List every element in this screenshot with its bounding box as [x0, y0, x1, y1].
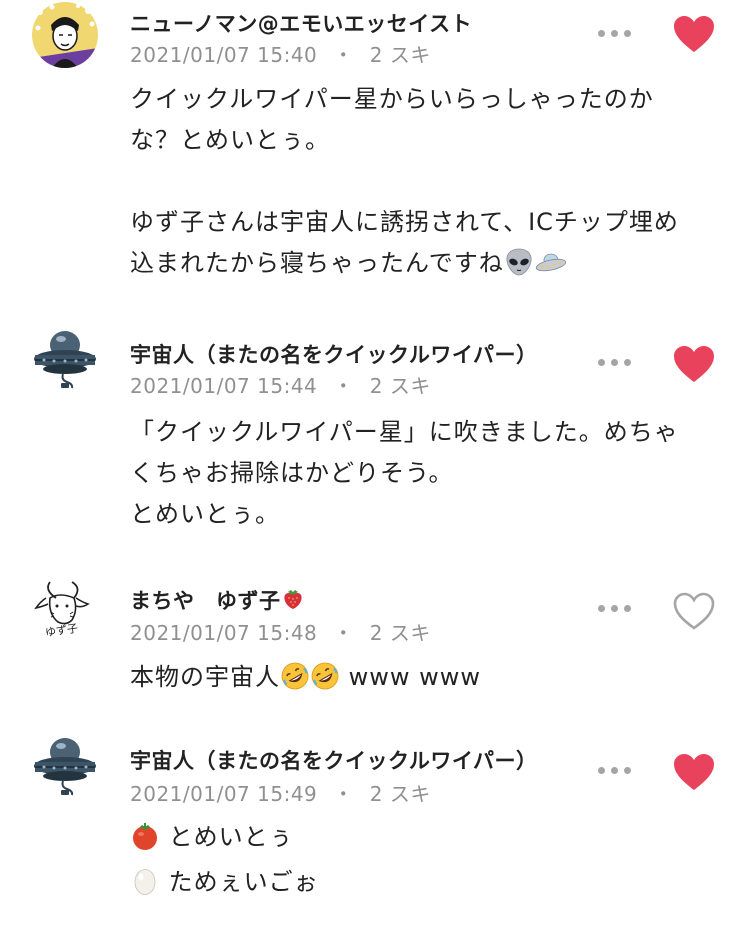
comment-date: 2021/01/07 15:49 [130, 782, 318, 806]
comment-line: 込まれたから寝ちゃったんですね [130, 243, 720, 284]
comment-date: 2021/01/07 15:40 [130, 43, 318, 67]
comment-line: くちゃお掃除はかどりそう。 [130, 459, 454, 487]
rofl-icon [310, 661, 340, 691]
meta-separator: ・ [333, 374, 354, 398]
comment-username[interactable]: 宇宙人（またの名をクイックルワイパー） [130, 745, 537, 775]
heart-filled-icon [672, 14, 716, 54]
ufo-avatar-icon [32, 326, 98, 392]
ufo-avatar-icon [32, 733, 98, 799]
comment-line: とめいとぅ。 [130, 500, 280, 528]
heart-filled-icon [672, 344, 716, 384]
comment-username[interactable]: 宇宙人（またの名をクイックルワイパー） [130, 339, 537, 369]
comment-meta: 2021/01/07 15:48 ・ 2 スキ [130, 617, 431, 646]
comment-body: とめいとぅ ためぇいごぉ [130, 817, 720, 903]
more-options-button[interactable] [598, 358, 632, 368]
comment-username[interactable]: まちや ゆず子 [130, 585, 305, 615]
like-count[interactable]: 2 スキ [370, 374, 431, 398]
comment-body: 本物の宇宙人 www www [130, 657, 720, 698]
alien-icon [504, 247, 534, 277]
comment-blank-line [130, 161, 720, 202]
like-button[interactable] [672, 752, 716, 792]
like-button[interactable] [672, 591, 716, 631]
ufo-icon [534, 247, 568, 277]
more-options-button[interactable] [598, 766, 632, 776]
comment-date: 2021/01/07 15:48 [130, 621, 318, 645]
comment-line: な？とめいとぅ。 [130, 126, 330, 154]
avatar[interactable] [32, 2, 98, 68]
goat-sketch-avatar-icon [32, 574, 98, 640]
like-count[interactable]: 2 スキ [370, 43, 431, 67]
comment-line-text: www www [340, 663, 482, 691]
more-options-button[interactable] [598, 604, 632, 614]
meta-separator: ・ [333, 621, 354, 645]
like-button[interactable] [672, 14, 716, 54]
heart-outline-icon [672, 591, 716, 631]
comment-date: 2021/01/07 15:44 [130, 374, 318, 398]
illustrated-man-avatar-icon [32, 2, 98, 68]
comment-body: 「クイックルワイパー星」に吹きました。めちゃ くちゃお掃除はかどりそう。 とめい… [130, 412, 720, 535]
comment-line: ゆず子さんは宇宙人に誘拐されて、ICチップ埋め [130, 208, 679, 236]
heart-filled-icon [672, 752, 716, 792]
like-count[interactable]: 2 スキ [370, 621, 431, 645]
comment-line: ためぇいごぉ [130, 862, 720, 903]
tomato-icon [130, 821, 160, 851]
comment-username-text: まちや ゆず子 [130, 589, 281, 613]
comment-meta: 2021/01/07 15:44 ・ 2 スキ [130, 370, 431, 399]
avatar[interactable] [32, 326, 98, 392]
rofl-icon [280, 661, 310, 691]
comment-username[interactable]: ニューノマン@エモいエッセイスト [130, 8, 472, 38]
comment-line: 本物の宇宙人 www www [130, 657, 720, 698]
comment-line: クイックルワイパー星からいらっしゃったのか [130, 85, 654, 113]
like-count[interactable]: 2 スキ [370, 782, 431, 806]
like-button[interactable] [672, 344, 716, 384]
comment-line: 「クイックルワイパー星」に吹きました。めちゃ [130, 418, 679, 446]
egg-icon [130, 866, 160, 896]
meta-separator: ・ [333, 782, 354, 806]
comment-body: クイックルワイパー星からいらっしゃったのか な？とめいとぅ。 ゆず子さんは宇宙人… [130, 79, 720, 284]
comment-line-text: とめいとぅ [168, 823, 294, 851]
avatar[interactable] [32, 574, 98, 640]
avatar[interactable] [32, 733, 98, 799]
comment-line-text: 込まれたから寝ちゃったんですね [130, 249, 504, 277]
meta-separator: ・ [333, 43, 354, 67]
comment-line-text: 本物の宇宙人 [130, 663, 280, 691]
comment-line-text: ためぇいごぉ [168, 868, 319, 896]
comment-meta: 2021/01/07 15:49 ・ 2 スキ [130, 778, 431, 807]
comment-meta: 2021/01/07 15:40 ・ 2 スキ [130, 39, 431, 68]
strawberry-icon [281, 587, 305, 611]
more-options-button[interactable] [598, 29, 632, 39]
comment-line: とめいとぅ [130, 817, 720, 858]
